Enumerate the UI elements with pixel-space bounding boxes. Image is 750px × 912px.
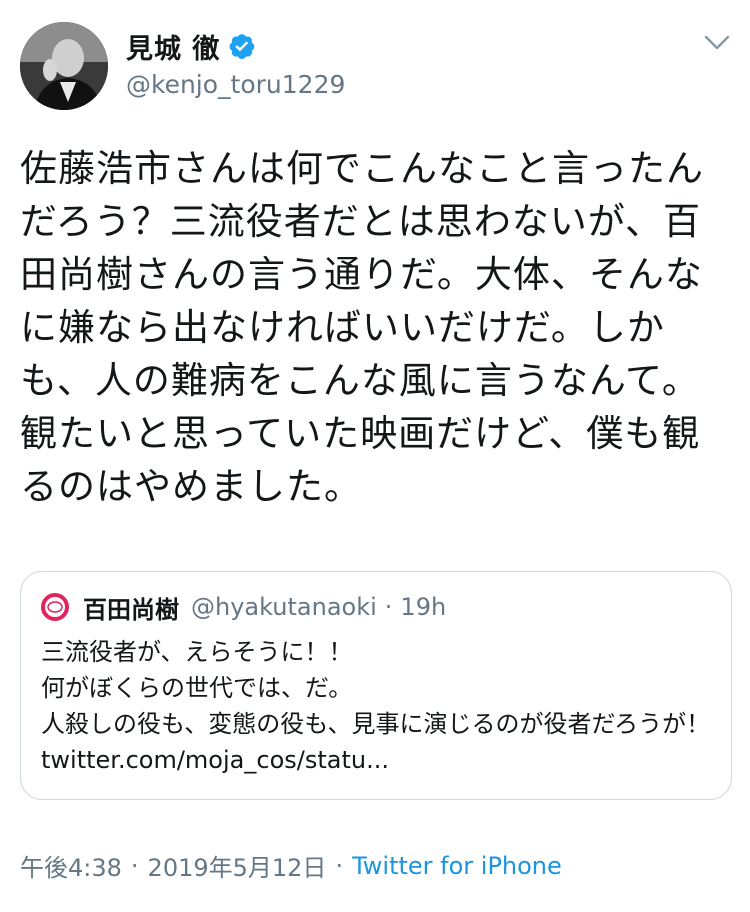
avatar[interactable]	[20, 22, 108, 110]
display-name[interactable]: 見城 徹	[126, 27, 220, 66]
quoted-tweet-text: 三流役者が、えらそうに！！ 何がぼくらの世代では、だ。 人殺しの役も、変態の役も…	[41, 638, 711, 774]
tweet-date[interactable]: 2019年5月12日	[148, 848, 327, 883]
avatar-photo	[20, 22, 108, 110]
circle-logo-icon	[41, 593, 69, 621]
tweet-source-link[interactable]: Twitter for iPhone	[352, 852, 562, 880]
tweet-meta: 午後4:38 · 2019年5月12日 · Twitter for iPhone	[20, 848, 562, 883]
quoted-user-handle: @hyakutanaoki	[191, 593, 377, 621]
tweet-time[interactable]: 午後4:38	[20, 848, 122, 883]
tweet-text: 佐藤浩市さんは何でこんなこと言ったんだろう？三流役者だとは思わないが、百田尚樹さ…	[20, 147, 704, 508]
user-handle[interactable]: @kenjo_toru1229	[126, 70, 345, 99]
quoted-tweet-header: 百田尚樹 @hyakutanaoki · 19h	[41, 590, 711, 624]
separator-dot: ·	[384, 593, 393, 621]
quoted-timestamp: 19h	[400, 593, 447, 621]
separator-dot: ·	[130, 851, 139, 880]
chevron-down-icon[interactable]	[704, 34, 730, 52]
verified-badge-icon	[229, 34, 255, 59]
quoted-tweet[interactable]: 百田尚樹 @hyakutanaoki · 19h 三流役者が、えらそうに！！ 何…	[20, 571, 732, 800]
tweet-card: 見城 徹 @kenjo_toru1229 佐藤浩市さんは何でこんなこと言ったんだ…	[0, 0, 750, 912]
name-row: 見城 徹	[126, 27, 345, 66]
separator-dot: ·	[335, 851, 344, 880]
user-info[interactable]: 見城 徹 @kenjo_toru1229	[126, 27, 345, 100]
quoted-display-name: 百田尚樹	[83, 595, 179, 624]
